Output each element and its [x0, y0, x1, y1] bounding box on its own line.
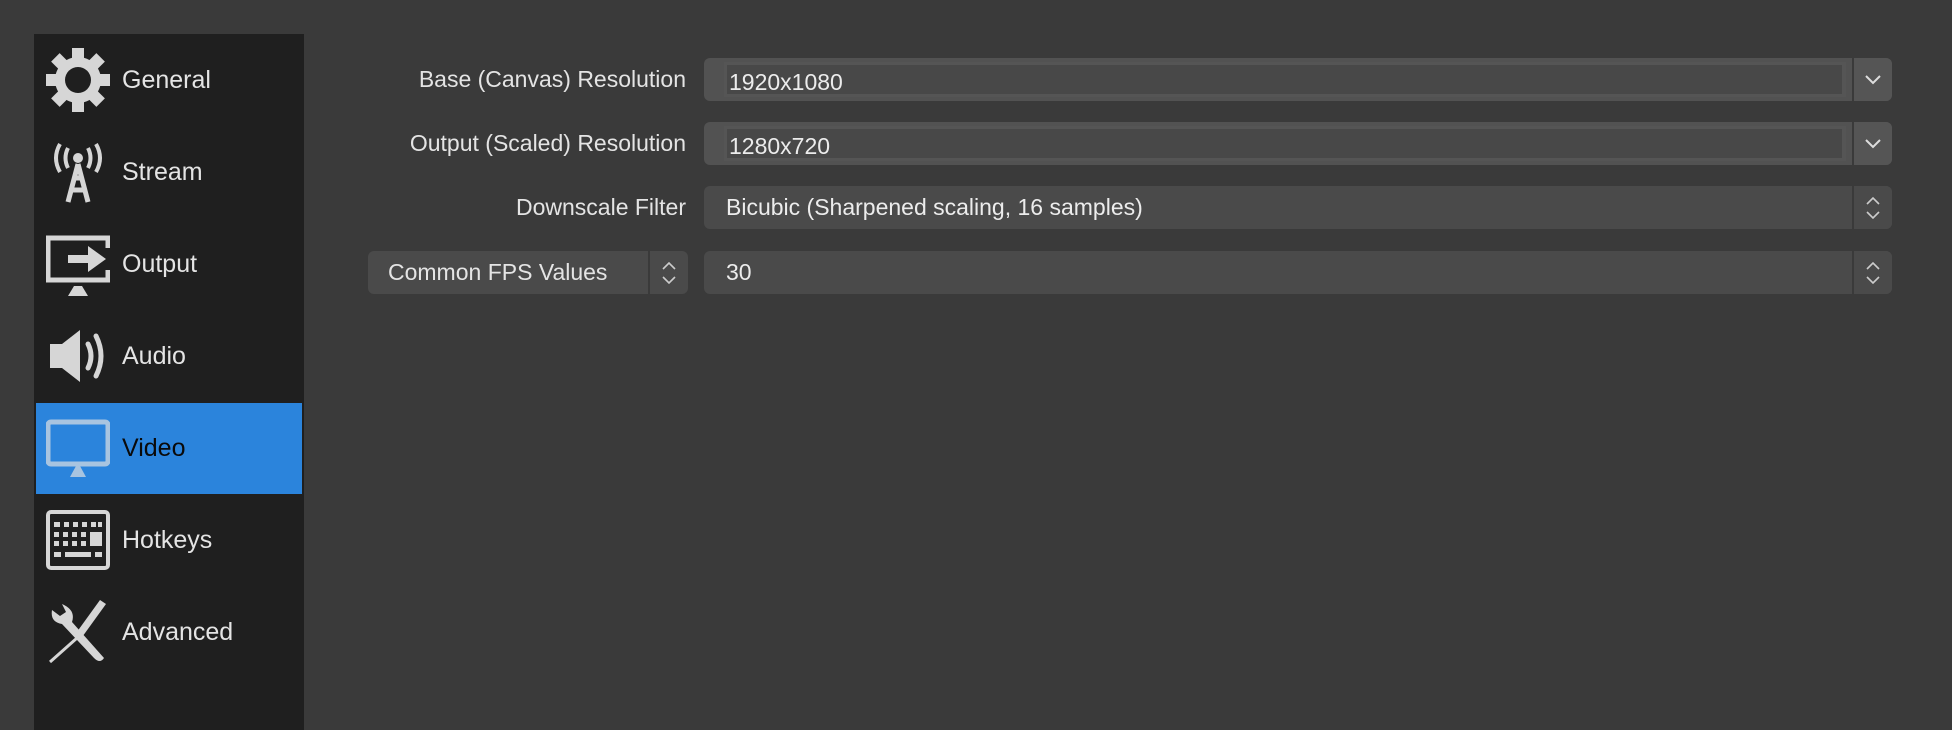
sidebar-item-audio[interactable]: Audio [34, 310, 304, 402]
sidebar-item-output[interactable]: Output [34, 218, 304, 310]
fps-value-stepper[interactable] [1852, 251, 1892, 294]
base-resolution-dropdown-button[interactable] [1852, 58, 1892, 101]
base-resolution-label: Base (Canvas) Resolution [418, 66, 686, 92]
sidebar-item-label: Audio [122, 341, 186, 370]
sidebar-item-advanced[interactable]: Advanced [34, 586, 304, 678]
sidebar-item-label: Video [122, 434, 186, 462]
downscale-filter-label: Downscale Filter [516, 194, 686, 220]
sidebar-item-video[interactable]: Video [36, 403, 302, 494]
fps-type-select[interactable]: Common FPS Values [368, 251, 688, 294]
gear-icon [46, 48, 110, 112]
chevron-up-down-icon [662, 261, 676, 284]
output-resolution-input[interactable]: 1280x720 [724, 126, 1846, 161]
base-resolution-input[interactable]: 1920x1080 [724, 62, 1846, 97]
settings-sidebar: General Stream Output Audio Video Hotkey… [34, 34, 304, 730]
chevron-down-icon [1865, 138, 1881, 148]
sidebar-item-general[interactable]: General [34, 34, 304, 126]
sidebar-item-stream[interactable]: Stream [34, 126, 304, 218]
sidebar-item-label: Stream [122, 157, 203, 186]
chevron-up-down-icon [1866, 261, 1880, 284]
downscale-filter-select[interactable]: Bicubic (Sharpened scaling, 16 samples) [704, 186, 1892, 229]
output-resolution-combobox[interactable]: 1280x720 [704, 122, 1892, 165]
downscale-filter-stepper[interactable] [1852, 186, 1892, 229]
monitor-icon [46, 417, 110, 481]
tools-icon [46, 600, 110, 664]
sidebar-item-hotkeys[interactable]: Hotkeys [34, 494, 304, 586]
speaker-icon [46, 324, 110, 388]
sidebar-item-label: Hotkeys [122, 525, 213, 554]
antenna-icon [46, 140, 110, 204]
base-resolution-combobox[interactable]: 1920x1080 [704, 58, 1892, 101]
output-resolution-dropdown-button[interactable] [1852, 122, 1892, 165]
monitor-arrow-icon [46, 232, 110, 296]
keyboard-icon [46, 508, 110, 572]
output-resolution-label: Output (Scaled) Resolution [409, 130, 686, 156]
fps-value-select[interactable]: 30 [704, 251, 1892, 294]
sidebar-item-label: General [122, 65, 211, 94]
sidebar-item-label: Output [122, 249, 198, 278]
sidebar-item-label: Advanced [122, 617, 234, 646]
chevron-up-down-icon [1866, 196, 1880, 219]
chevron-down-icon [1865, 74, 1881, 84]
fps-type-stepper[interactable] [648, 251, 688, 294]
